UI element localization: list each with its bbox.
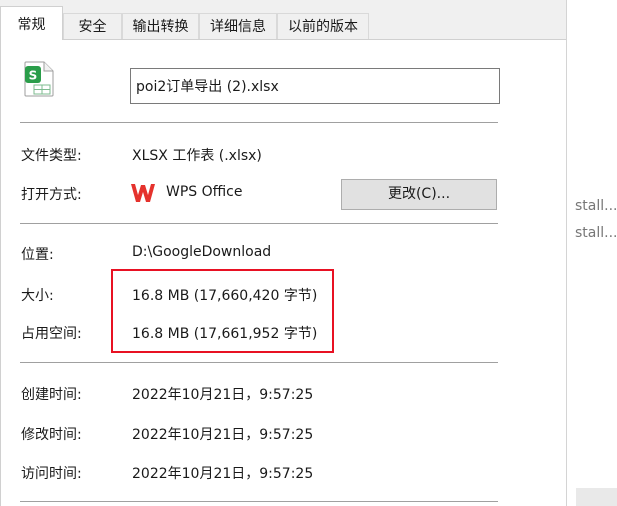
file-properties-dialog: 常规 安全 输出转换 详细信息 以前的版本 S 文件类型: [0,0,567,506]
tab-previous-versions[interactable]: 以前的版本 [277,13,369,39]
size-on-disk-label: 占用空间: [21,326,82,342]
background-text-2: stall... [575,225,617,241]
accessed-label: 访问时间: [21,466,82,482]
file-type-label: 文件类型: [21,148,82,164]
created-label: 创建时间: [21,387,82,403]
screen: stall... stall... 常规 安全 输出转换 详细信息 以前的版本 … [0,0,617,506]
page-border [0,40,1,506]
size-label: 大小: [21,288,54,304]
tab-details[interactable]: 详细信息 [199,13,277,39]
svg-text:S: S [29,69,38,83]
dialog-edge [566,0,567,506]
background-scrollbar[interactable] [576,488,617,506]
highlight-annotation-box [111,269,334,353]
modified-label: 修改时间: [21,427,82,443]
change-button[interactable]: 更改(C)... [341,179,497,210]
separator [20,501,498,502]
background-window: stall... stall... [567,0,617,506]
tab-bar: 常规 安全 输出转换 详细信息 以前的版本 [0,0,567,40]
modified-value: 2022年10月21日，9:57:25 [132,427,314,443]
tab-output-conversion[interactable]: 输出转换 [122,13,199,39]
file-type-value: XLSX 工作表 (.xlsx) [132,148,262,164]
separator [20,362,498,363]
location-label: 位置: [21,247,54,263]
background-text-1: stall... [575,198,617,214]
tab-general[interactable]: 常规 [0,6,63,40]
location-value: D:\GoogleDownload [132,244,272,260]
separator [20,122,498,123]
tab-security[interactable]: 安全 [63,13,122,39]
opens-with-app-name: WPS Office [166,184,243,200]
xlsx-file-icon: S [23,61,55,97]
separator [20,223,498,224]
opens-with-label: 打开方式: [21,187,82,203]
created-value: 2022年10月21日，9:57:25 [132,387,314,403]
wps-logo-icon [130,182,156,204]
filename-field[interactable] [130,68,500,104]
accessed-value: 2022年10月21日，9:57:25 [132,466,314,482]
